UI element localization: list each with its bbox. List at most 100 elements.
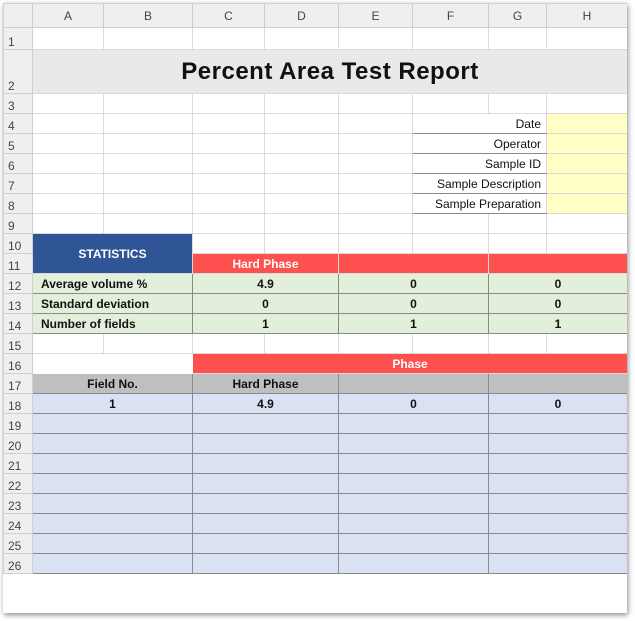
row-header-11[interactable]: 11 xyxy=(3,253,33,274)
empty-data-cell[interactable] xyxy=(192,533,339,554)
field-no-cell[interactable]: 1 xyxy=(32,393,193,414)
sample-preparation-input-cell[interactable] xyxy=(546,193,627,214)
empty-data-cell[interactable] xyxy=(192,493,339,514)
standard-deviation-phase-3[interactable]: 0 xyxy=(488,293,627,314)
phase-3-value-cell[interactable]: 0 xyxy=(488,393,627,414)
column-header-row: A B C D E F G H xyxy=(3,3,627,28)
empty-data-cell[interactable] xyxy=(32,453,193,474)
empty-data-cell[interactable] xyxy=(192,453,339,474)
empty-data-cell[interactable] xyxy=(32,473,193,494)
stats-hard-phase-header[interactable]: Hard Phase xyxy=(192,253,339,274)
empty-data-cell[interactable] xyxy=(488,413,627,434)
row-header-16[interactable]: 16 xyxy=(3,353,33,374)
empty-data-cell[interactable] xyxy=(338,453,489,474)
column-header-a[interactable]: A xyxy=(32,3,104,28)
row-header-20[interactable]: 20 xyxy=(3,433,33,454)
standard-deviation-phase-2[interactable]: 0 xyxy=(338,293,489,314)
empty-data-cell[interactable] xyxy=(338,553,489,574)
page-title[interactable]: Percent Area Test Report xyxy=(32,49,627,94)
empty-data-cell[interactable] xyxy=(32,553,193,574)
empty-data-cell[interactable] xyxy=(338,493,489,514)
sample-id-label: Sample ID xyxy=(412,153,547,174)
hard-phase-value-cell[interactable]: 4.9 xyxy=(192,393,339,414)
empty-data-cell[interactable] xyxy=(488,553,627,574)
empty-data-cell[interactable] xyxy=(32,413,193,434)
average-volume-phase-2[interactable]: 0 xyxy=(338,273,489,294)
stats-phase-2-header[interactable] xyxy=(338,253,489,274)
empty-data-cell[interactable] xyxy=(192,473,339,494)
column-header-e[interactable]: E xyxy=(338,3,413,28)
row-header-22[interactable]: 22 xyxy=(3,473,33,494)
empty-data-cell[interactable] xyxy=(488,453,627,474)
operator-input-cell[interactable] xyxy=(546,133,627,154)
column-header-f[interactable]: F xyxy=(412,3,489,28)
row-header-2[interactable]: 2 xyxy=(3,49,33,94)
phase-2-column-header[interactable] xyxy=(338,373,489,394)
empty-data-cell[interactable] xyxy=(32,533,193,554)
empty-data-cell[interactable] xyxy=(32,493,193,514)
empty-data-cell[interactable] xyxy=(488,493,627,514)
phase-header[interactable]: Phase xyxy=(192,353,627,374)
column-header-g[interactable]: G xyxy=(488,3,547,28)
number-of-fields-phase-2[interactable]: 1 xyxy=(338,313,489,334)
row-header-21[interactable]: 21 xyxy=(3,453,33,474)
empty-data-cell[interactable] xyxy=(338,433,489,454)
row-header-26[interactable]: 26 xyxy=(3,553,33,574)
empty-data-cell[interactable] xyxy=(488,433,627,454)
row-header-9[interactable]: 9 xyxy=(3,213,33,234)
phase-3-column-header[interactable] xyxy=(488,373,627,394)
field-no-header[interactable]: Field No. xyxy=(32,373,193,394)
row-header-14[interactable]: 14 xyxy=(3,313,33,334)
empty-data-cell[interactable] xyxy=(192,553,339,574)
row-header-24[interactable]: 24 xyxy=(3,513,33,534)
empty-data-cell[interactable] xyxy=(488,513,627,534)
empty-data-cell[interactable] xyxy=(192,413,339,434)
column-header-c[interactable]: C xyxy=(192,3,265,28)
empty-data-cell[interactable] xyxy=(488,473,627,494)
empty-data-cell[interactable] xyxy=(192,513,339,534)
empty-data-cell[interactable] xyxy=(488,533,627,554)
number-of-fields-hard-phase[interactable]: 1 xyxy=(192,313,339,334)
date-input-cell[interactable] xyxy=(546,113,627,134)
date-label: Date xyxy=(412,113,547,134)
phase-2-value-cell[interactable]: 0 xyxy=(338,393,489,414)
row-header-13[interactable]: 13 xyxy=(3,293,33,314)
stats-phase-3-header[interactable] xyxy=(488,253,627,274)
column-header-d[interactable]: D xyxy=(264,3,339,28)
empty-data-cell[interactable] xyxy=(32,433,193,454)
empty-data-cell[interactable] xyxy=(338,473,489,494)
row-header-18[interactable]: 18 xyxy=(3,393,33,414)
row-header-25[interactable]: 25 xyxy=(3,533,33,554)
sample-id-input-cell[interactable] xyxy=(546,153,627,174)
column-header-h[interactable]: H xyxy=(546,3,627,28)
empty-data-cell[interactable] xyxy=(338,513,489,534)
row-header-15[interactable]: 15 xyxy=(3,333,33,354)
average-volume-label: Average volume % xyxy=(32,273,193,294)
number-of-fields-phase-3[interactable]: 1 xyxy=(488,313,627,334)
row-header-7[interactable]: 7 xyxy=(3,173,33,194)
standard-deviation-hard-phase[interactable]: 0 xyxy=(192,293,339,314)
sample-description-input-cell[interactable] xyxy=(546,173,627,194)
hard-phase-column-header[interactable]: Hard Phase xyxy=(192,373,339,394)
row-header-1[interactable]: 1 xyxy=(3,27,33,50)
empty-data-cell[interactable] xyxy=(192,433,339,454)
row-header-4[interactable]: 4 xyxy=(3,113,33,134)
select-all-corner[interactable] xyxy=(3,3,33,28)
row-header-8[interactable]: 8 xyxy=(3,193,33,214)
sample-description-label: Sample Description xyxy=(412,173,547,194)
row-header-23[interactable]: 23 xyxy=(3,493,33,514)
row-header-17[interactable]: 17 xyxy=(3,373,33,394)
average-volume-phase-3[interactable]: 0 xyxy=(488,273,627,294)
row-header-6[interactable]: 6 xyxy=(3,153,33,174)
statistics-header[interactable]: STATISTICS xyxy=(32,233,193,274)
row-header-5[interactable]: 5 xyxy=(3,133,33,154)
average-volume-hard-phase[interactable]: 4.9 xyxy=(192,273,339,294)
row-header-10[interactable]: 10 xyxy=(3,233,33,254)
row-header-19[interactable]: 19 xyxy=(3,413,33,434)
empty-data-cell[interactable] xyxy=(338,533,489,554)
empty-data-cell[interactable] xyxy=(338,413,489,434)
row-header-12[interactable]: 12 xyxy=(3,273,33,294)
row-header-3[interactable]: 3 xyxy=(3,93,33,114)
column-header-b[interactable]: B xyxy=(103,3,193,28)
empty-data-cell[interactable] xyxy=(32,513,193,534)
